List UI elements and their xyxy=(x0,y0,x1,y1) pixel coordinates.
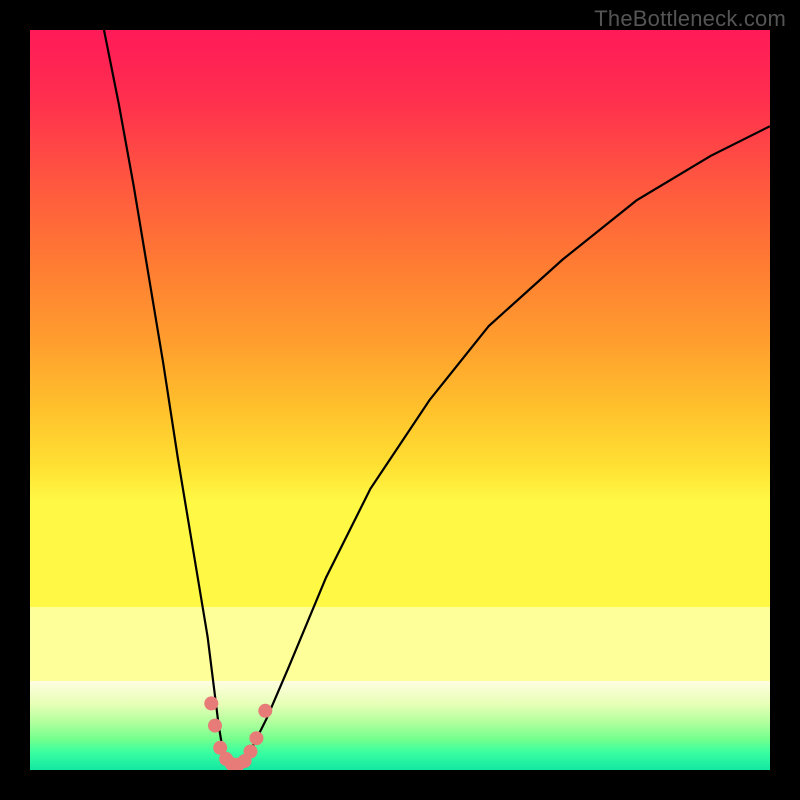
valley-dot xyxy=(249,731,263,745)
valley-dot xyxy=(208,719,222,733)
outer-frame: TheBottleneck.com xyxy=(0,0,800,800)
right-curve xyxy=(237,126,770,770)
valley-dot xyxy=(204,696,218,710)
watermark-text: TheBottleneck.com xyxy=(594,6,786,32)
valley-dots-group xyxy=(204,696,272,770)
chart-svg xyxy=(30,30,770,770)
valley-dot xyxy=(258,704,272,718)
plot-area xyxy=(30,30,770,770)
valley-dot xyxy=(244,745,258,759)
left-curve xyxy=(104,30,237,770)
